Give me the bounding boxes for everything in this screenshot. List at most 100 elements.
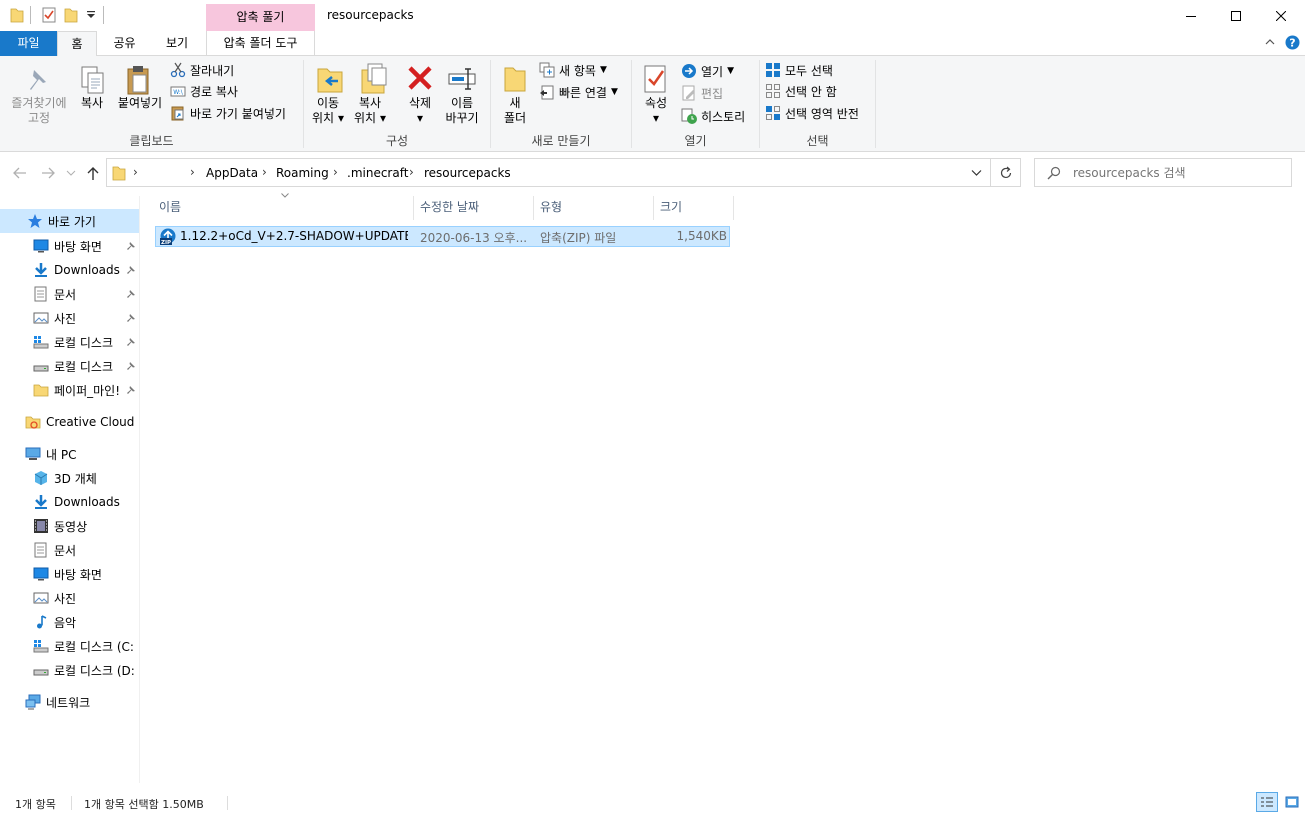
collapse-ribbon-icon[interactable] bbox=[1265, 38, 1275, 46]
nav-item-documents[interactable]: 문서 bbox=[0, 282, 139, 306]
select-none-button[interactable]: 선택 안 함 bbox=[765, 81, 837, 101]
nav-item-label: 바탕 화면 bbox=[54, 567, 102, 582]
properties-qat-icon[interactable] bbox=[42, 7, 56, 23]
copy-path-button[interactable]: W:\ 경로 복사 bbox=[170, 81, 238, 101]
copy-to-icon bbox=[358, 62, 388, 96]
column-header-size[interactable]: 크기 bbox=[654, 196, 734, 220]
breadcrumb-separator-icon[interactable]: › bbox=[133, 165, 138, 179]
drive-icon bbox=[33, 365, 49, 372]
nav-network[interactable]: 네트워크 bbox=[0, 690, 139, 714]
cut-button[interactable]: 잘라내기 bbox=[170, 60, 234, 80]
nav-item-desktop-pc[interactable]: 바탕 화면 bbox=[0, 562, 139, 586]
tab-compressed-folder-tools[interactable]: 압축 폴더 도구 bbox=[206, 31, 315, 56]
nav-item-label: 로컬 디스크 (D: bbox=[54, 663, 135, 678]
recent-locations-button[interactable] bbox=[66, 169, 76, 177]
up-button[interactable] bbox=[86, 165, 100, 181]
pin-icon bbox=[24, 66, 52, 94]
refresh-icon bbox=[1000, 166, 1011, 178]
folder-icon[interactable] bbox=[10, 7, 24, 23]
nav-creative-cloud[interactable]: Creative Cloud Fi bbox=[0, 410, 140, 434]
svg-text:?: ? bbox=[1289, 37, 1295, 50]
breadcrumb-separator-icon[interactable]: › bbox=[409, 165, 414, 179]
customize-qat-icon[interactable] bbox=[86, 10, 96, 20]
new-group-label: 새로 만들기 bbox=[531, 134, 591, 148]
search-box[interactable] bbox=[1034, 158, 1292, 187]
nav-item-local-disk-d[interactable]: 로컬 디스크 (D: bbox=[0, 658, 139, 682]
details-view-button[interactable] bbox=[1256, 792, 1278, 812]
new-item-label: 새 항목 bbox=[559, 63, 596, 78]
details-view-icon bbox=[1261, 797, 1273, 807]
tab-home[interactable]: 홈 bbox=[57, 31, 97, 57]
column-header-modified[interactable]: 수정한 날짜 bbox=[414, 196, 534, 220]
select-all-button[interactable]: 모두 선택 bbox=[765, 60, 833, 80]
paste-shortcut-button[interactable]: 바로 가기 붙여넣기 bbox=[170, 103, 286, 123]
address-bar[interactable]: › › AppData › Roaming › .minecraft › res… bbox=[106, 158, 991, 187]
nav-this-pc[interactable]: 내 PC bbox=[0, 442, 139, 466]
history-button[interactable]: 히스토리 bbox=[681, 106, 745, 126]
nav-item-local-disk-2[interactable]: 로컬 디스크 bbox=[0, 354, 139, 378]
file-type: 압축(ZIP) 파일 bbox=[540, 231, 617, 245]
file-row[interactable]: ZIP 1.12.2+oCd_V+2.7-SHADOW+UPDATE.... 2… bbox=[155, 226, 730, 247]
breadcrumb-roaming[interactable]: Roaming bbox=[276, 166, 329, 180]
maximize-button[interactable] bbox=[1213, 0, 1259, 31]
network-icon bbox=[25, 694, 41, 710]
pin-icon bbox=[127, 242, 135, 250]
breadcrumb-resourcepacks[interactable]: resourcepacks bbox=[424, 166, 511, 180]
breadcrumb-separator-icon[interactable]: › bbox=[333, 165, 338, 179]
address-history-button[interactable] bbox=[971, 169, 982, 177]
copy-to-button[interactable]: 복사 위치 ▾ bbox=[350, 96, 390, 126]
column-header-name[interactable]: 이름 bbox=[153, 196, 414, 220]
edit-button[interactable]: 편집 bbox=[681, 83, 723, 103]
properties-button[interactable]: 속성 ▾ bbox=[638, 96, 674, 126]
minimize-button[interactable] bbox=[1168, 0, 1214, 31]
pin-to-quick-access-button[interactable]: 즐겨찾기에 고정 bbox=[4, 96, 74, 126]
nav-item-pictures-pc[interactable]: 사진 bbox=[0, 586, 139, 610]
nav-item-pictures[interactable]: 사진 bbox=[0, 306, 139, 330]
back-button[interactable] bbox=[12, 166, 28, 180]
delete-button[interactable]: 삭제 ▾ bbox=[400, 96, 440, 126]
rename-button[interactable]: 이름 바꾸기 bbox=[440, 96, 484, 126]
cut-label: 잘라내기 bbox=[190, 63, 235, 78]
tab-share[interactable]: 공유 bbox=[102, 31, 147, 56]
nav-item-downloads-pc[interactable]: Downloads bbox=[0, 490, 139, 514]
breadcrumb-separator-icon[interactable]: › bbox=[262, 165, 267, 179]
nav-item-3d-objects[interactable]: 3D 개체 bbox=[0, 466, 139, 490]
copy-to-label-line2: 위치 bbox=[354, 111, 377, 125]
organize-group-label: 구성 bbox=[385, 134, 409, 148]
easy-access-button[interactable]: 빠른 연결 ▼ bbox=[539, 82, 618, 102]
help-icon[interactable]: ? bbox=[1285, 35, 1300, 50]
svg-text:W:\: W:\ bbox=[173, 89, 184, 96]
breadcrumb-appdata[interactable]: AppData bbox=[206, 166, 258, 180]
paste-button[interactable]: 붙여넣기 bbox=[114, 96, 166, 111]
search-input[interactable] bbox=[1073, 164, 1283, 182]
new-folder-qat-icon[interactable] bbox=[64, 7, 78, 23]
column-header-type[interactable]: 유형 bbox=[534, 196, 654, 220]
nav-item-label: Creative Cloud Fi bbox=[46, 415, 140, 429]
new-item-button[interactable]: 새 항목 ▼ bbox=[539, 60, 607, 80]
copy-button[interactable]: 복사 bbox=[76, 96, 108, 111]
forward-button[interactable] bbox=[40, 166, 56, 180]
copy-path-icon: W:\ bbox=[170, 86, 186, 97]
nav-item-videos[interactable]: 동영상 bbox=[0, 514, 139, 538]
nav-item-desktop[interactable]: 바탕 화면 bbox=[0, 234, 139, 258]
new-folder-button[interactable]: 새 폴더 bbox=[498, 96, 532, 126]
open-button[interactable]: 열기 ▼ bbox=[681, 61, 734, 81]
large-icons-view-button[interactable] bbox=[1281, 792, 1303, 812]
nav-item-paper-folder[interactable]: 페이퍼_마인! bbox=[0, 378, 139, 402]
nav-quick-access[interactable]: 바로 가기 bbox=[0, 209, 139, 233]
move-to-button[interactable]: 이동 위치 ▾ bbox=[308, 96, 348, 126]
nav-item-documents-pc[interactable]: 문서 bbox=[0, 538, 139, 562]
breadcrumb-separator-icon[interactable]: › bbox=[190, 165, 195, 179]
refresh-button[interactable] bbox=[991, 158, 1021, 187]
tab-view[interactable]: 보기 bbox=[152, 31, 202, 56]
group-separator bbox=[875, 60, 876, 148]
nav-item-downloads[interactable]: Downloads bbox=[0, 258, 139, 282]
nav-item-local-disk-c[interactable]: 로컬 디스크 (C: bbox=[0, 634, 139, 658]
invert-selection-button[interactable]: 선택 영역 반전 bbox=[765, 103, 859, 123]
nav-item-music[interactable]: 음악 bbox=[0, 610, 139, 634]
tab-file[interactable]: 파일 bbox=[0, 31, 57, 56]
breadcrumb-minecraft[interactable]: .minecraft bbox=[347, 166, 408, 180]
nav-item-local-disk-1[interactable]: 로컬 디스크 bbox=[0, 330, 139, 354]
close-button[interactable] bbox=[1258, 0, 1304, 31]
move-label-line2: 위치 bbox=[312, 111, 335, 125]
